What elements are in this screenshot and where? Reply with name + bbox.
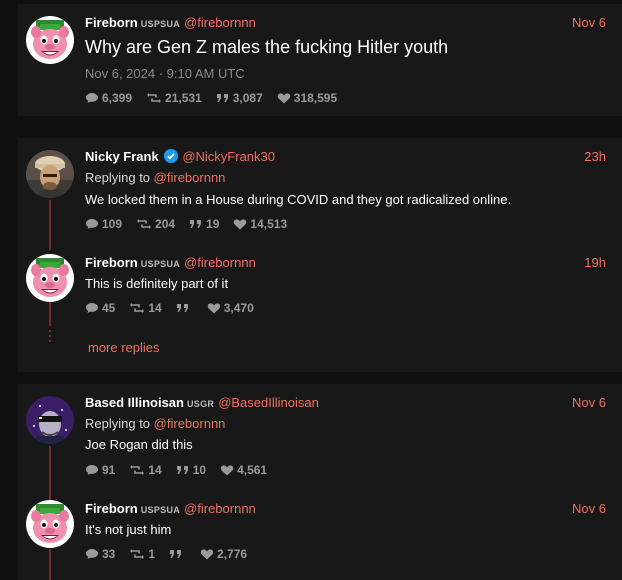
like-stat[interactable]: 3,470	[207, 301, 254, 315]
quote-icon	[189, 218, 203, 230]
repost-icon	[146, 92, 162, 104]
post-text: It's not just him	[85, 522, 172, 537]
main-post-card[interactable]: Fireborn USPSUA @firebornnn Nov 6 Why are …	[18, 4, 622, 116]
repost-stat[interactable]: 204	[136, 217, 175, 231]
like-stat[interactable]: 2,776	[200, 547, 247, 561]
reply-icon	[85, 548, 99, 560]
reply-thread-card: Nicky Frank @NickyFrank30 23h Replying t…	[18, 138, 622, 372]
reply-stat[interactable]: 6,399	[85, 91, 132, 105]
quote-icon	[176, 464, 190, 476]
heart-icon	[200, 548, 214, 560]
avatar[interactable]	[26, 396, 74, 444]
replying-handle[interactable]: @firebornnn	[154, 416, 226, 431]
author-handle[interactable]: @firebornnn	[184, 501, 256, 516]
post-header: Fireborn USPSUA @firebornnn	[85, 255, 256, 272]
repost-stat[interactable]: 14	[129, 301, 162, 315]
quote-stat[interactable]	[169, 547, 186, 561]
flag-badge: USPSUA	[140, 19, 181, 29]
post-text: Joe Rogan did this	[85, 437, 193, 452]
heart-icon	[220, 464, 234, 476]
heart-icon	[277, 92, 291, 104]
author-name[interactable]: Nicky Frank	[85, 149, 159, 164]
reply-icon	[85, 218, 99, 230]
reply-stat[interactable]: 33	[85, 547, 115, 561]
post-text: We locked them in a House during COVID a…	[85, 192, 512, 207]
repost-icon	[136, 218, 152, 230]
post-timestamp[interactable]: Nov 6, 2024 · 9:10 AM UTC	[85, 66, 245, 81]
post-date[interactable]: 19h	[584, 255, 606, 270]
flag-badge: USPSUA	[140, 505, 181, 515]
heart-icon	[233, 218, 247, 230]
quote-stat[interactable]: 10	[176, 463, 206, 477]
quote-stat[interactable]: 19	[189, 217, 219, 231]
replying-handle[interactable]: @firebornnn	[154, 170, 226, 185]
post-date[interactable]: 23h	[584, 149, 606, 164]
post-stats: 6,399 21,531 3,087 318,595	[85, 91, 337, 105]
heart-icon	[207, 302, 221, 314]
author-name[interactable]: Fireborn	[85, 255, 138, 270]
repost-icon	[129, 302, 145, 314]
reply-stat[interactable]: 91	[85, 463, 115, 477]
avatar[interactable]	[26, 254, 74, 302]
quote-stat[interactable]: 3,087	[216, 91, 263, 105]
reply-thread-card: Based Illinoisan USGR @BasedIllinoisan Nov…	[18, 384, 622, 580]
like-stat[interactable]: 14,513	[233, 217, 287, 231]
quote-icon	[169, 548, 183, 560]
reply-icon	[85, 464, 99, 476]
repost-icon	[129, 464, 145, 476]
author-name[interactable]: Based Illinoisan	[85, 395, 184, 410]
replying-to: Replying to @firebornnn	[85, 416, 226, 431]
avatar[interactable]	[26, 150, 74, 198]
post-header: Fireborn USPSUA @firebornnn	[85, 15, 256, 32]
post-date[interactable]: Nov 6	[572, 395, 606, 410]
post-header: Fireborn USPSUA @firebornnn	[85, 501, 256, 518]
author-handle[interactable]: @firebornnn	[184, 15, 256, 30]
post-header: Nicky Frank @NickyFrank30	[85, 149, 275, 165]
thread-dots	[49, 330, 51, 345]
flag-badge: USPSUA	[140, 259, 181, 269]
post-stats: 33 1 2,776	[85, 547, 247, 561]
repost-stat[interactable]: 14	[129, 463, 162, 477]
repost-stat[interactable]: 21,531	[146, 91, 202, 105]
post-date[interactable]: Nov 6	[572, 15, 606, 30]
thread-line	[49, 549, 51, 580]
reply-icon	[85, 92, 99, 104]
like-stat[interactable]: 318,595	[277, 91, 337, 105]
avatar[interactable]	[26, 16, 74, 64]
post-stats: 91 14 10 4,561	[85, 463, 267, 477]
flag-badge: USGR	[186, 399, 215, 409]
post-stats: 109 204 19 14,513	[85, 217, 287, 231]
quote-icon	[216, 92, 230, 104]
quote-icon	[176, 302, 190, 314]
thread-line	[49, 446, 51, 502]
reply-stat[interactable]: 109	[85, 217, 122, 231]
replying-to: Replying to @firebornnn	[85, 170, 226, 185]
quote-stat[interactable]	[176, 301, 193, 315]
post-date[interactable]: Nov 6	[572, 501, 606, 516]
author-name[interactable]: Fireborn	[85, 15, 138, 30]
author-handle[interactable]: @BasedIllinoisan	[218, 395, 319, 410]
thread-line	[49, 200, 51, 250]
like-stat[interactable]: 4,561	[220, 463, 267, 477]
reply-stat[interactable]: 45	[85, 301, 115, 315]
author-handle[interactable]: @NickyFrank30	[182, 149, 275, 164]
author-name[interactable]: Fireborn	[85, 501, 138, 516]
avatar[interactable]	[26, 500, 74, 548]
post-text: Why are Gen Z males the fucking Hitler y…	[85, 37, 449, 57]
author-handle[interactable]: @firebornnn	[184, 255, 256, 270]
repost-stat[interactable]: 1	[129, 547, 155, 561]
reply-icon	[85, 302, 99, 314]
more-replies-link[interactable]: more replies	[88, 340, 160, 355]
post-header: Based Illinoisan USGR @BasedIllinoisan	[85, 395, 319, 412]
post-stats: 45 14 3,470	[85, 301, 254, 315]
post-text: This is definitely part of it	[85, 276, 229, 291]
verified-badge-icon	[164, 149, 179, 163]
repost-icon	[129, 548, 145, 560]
